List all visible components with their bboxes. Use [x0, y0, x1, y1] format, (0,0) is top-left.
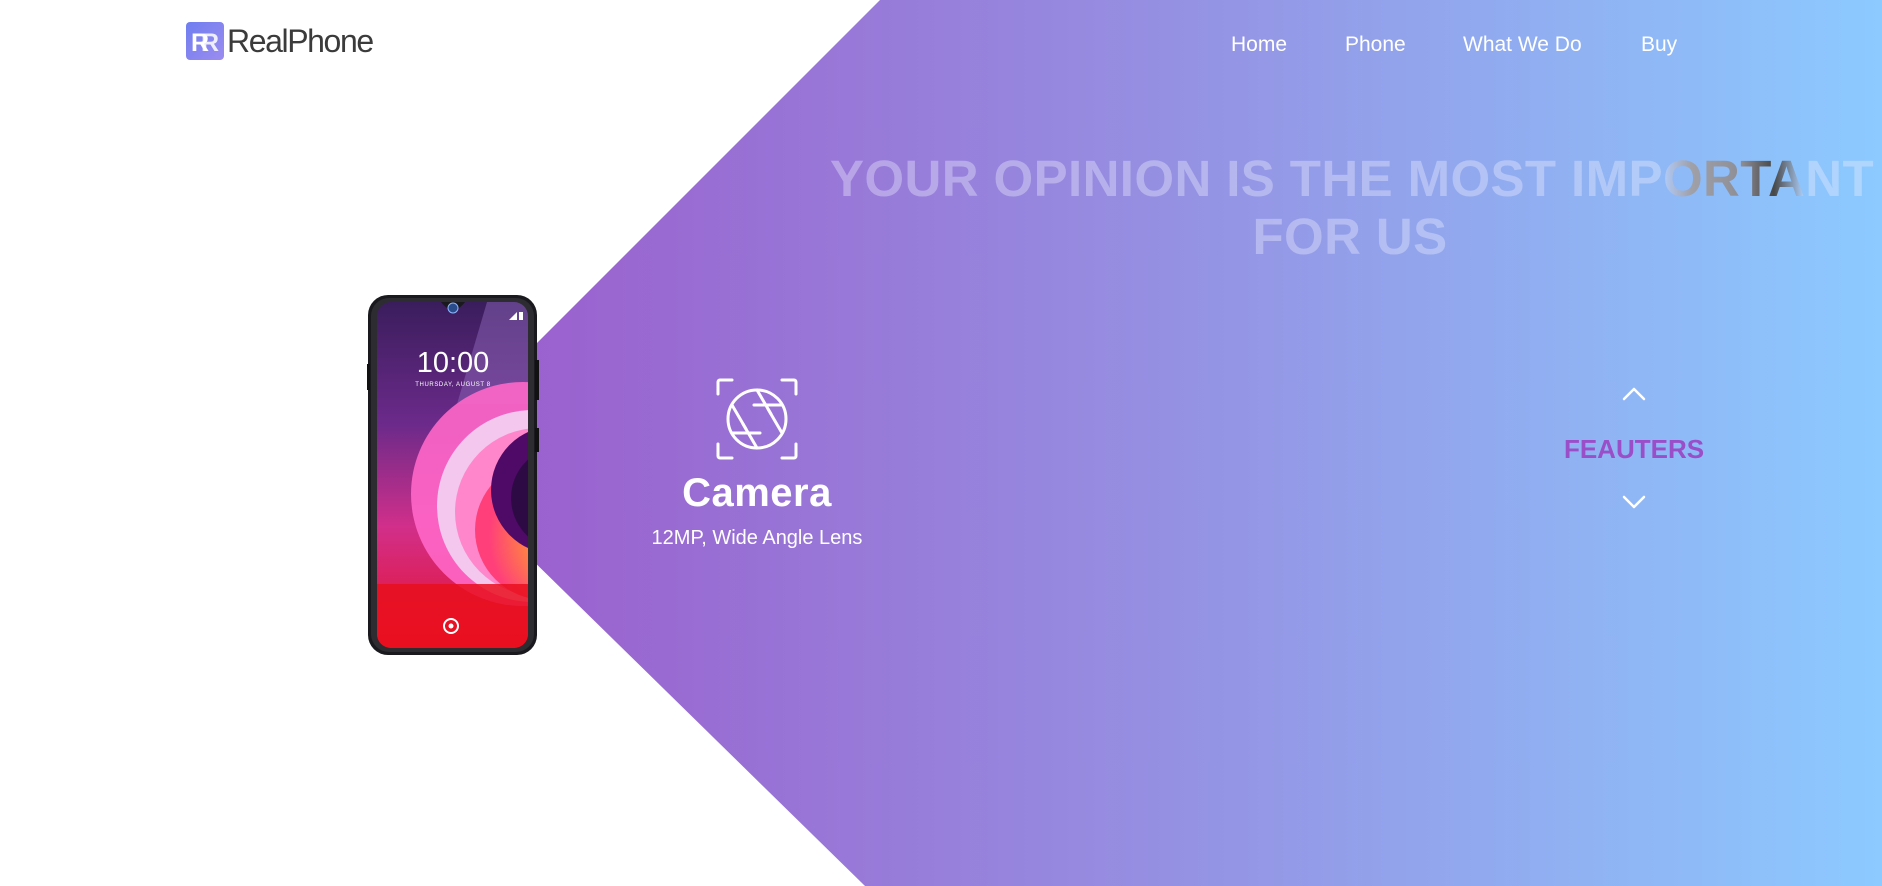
headline-text-a: YOUR OPINION IS THE MOST IMP	[830, 150, 1663, 207]
smartphone-product-image: 10:00 THURSDAY, AUGUST 8	[367, 294, 540, 656]
nav-link-what-we-do[interactable]: What We Do	[1463, 32, 1582, 58]
phone-date: THURSDAY, AUGUST 8	[415, 382, 491, 388]
nav-link-phone[interactable]: Phone	[1345, 32, 1406, 58]
chevron-up-icon[interactable]	[1620, 384, 1648, 404]
main-nav: Home Phone What We Do Buy	[0, 32, 1882, 58]
chevron-down-icon[interactable]	[1620, 492, 1648, 512]
nav-link-buy[interactable]: Buy	[1641, 32, 1677, 58]
headline-text-c: NT	[1805, 150, 1875, 207]
feature-description: 12MP, Wide Angle Lens	[651, 527, 863, 549]
hero-headline: YOUR OPINION IS THE MOST IMPORTANT FOR U…	[830, 150, 1874, 266]
phone-clock: 10:00	[417, 347, 490, 379]
hero-section: R R RealPhone Home Phone What We Do Buy …	[0, 0, 1882, 886]
nav-link-home[interactable]: Home	[1231, 32, 1287, 58]
headline-line-2: FOR US	[1252, 208, 1448, 265]
features-switcher-label[interactable]: FEAUTERS	[1534, 432, 1734, 466]
feature-title: Camera	[682, 471, 832, 515]
headline-shimmer-text: ORTA	[1662, 150, 1806, 207]
camera-aperture-icon	[714, 376, 800, 462]
headline-line-1: YOUR OPINION IS THE MOST IMPORTANT	[830, 150, 1874, 208]
